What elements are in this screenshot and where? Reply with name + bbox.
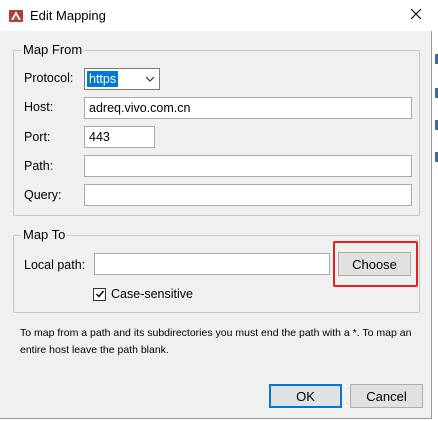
protocol-label: Protocol: <box>24 71 74 85</box>
local-path-label: Local path: <box>24 258 86 272</box>
close-button[interactable] <box>402 3 430 27</box>
choose-button[interactable]: Choose <box>338 252 411 276</box>
map-to-legend: Map To <box>21 227 68 242</box>
chevron-down-icon <box>144 73 156 85</box>
query-label: Query: <box>24 188 62 202</box>
protocol-selected-value: https <box>87 71 119 87</box>
local-path-input[interactable] <box>94 253 330 275</box>
close-icon <box>410 8 422 23</box>
edit-mapping-dialog: Edit Mapping Map From Protocol: https Ho… <box>0 0 432 419</box>
port-label: Port: <box>24 130 51 144</box>
host-label: Host: <box>24 100 54 114</box>
charles-app-icon <box>8 7 24 23</box>
protocol-select[interactable]: https <box>84 68 160 90</box>
checkmark-icon <box>95 288 105 302</box>
path-input[interactable] <box>84 155 412 177</box>
query-input[interactable] <box>84 184 412 206</box>
case-sensitive-checkbox[interactable] <box>93 288 106 301</box>
cancel-button[interactable]: Cancel <box>350 384 423 408</box>
ok-button[interactable]: OK <box>269 384 342 408</box>
host-input[interactable]: adreq.vivo.com.cn <box>84 97 412 119</box>
path-label: Path: <box>24 159 54 173</box>
window-title: Edit Mapping <box>30 8 106 23</box>
title-bar: Edit Mapping <box>0 0 432 31</box>
mapping-hint-text: To map from a path and its subdirectorie… <box>20 327 412 356</box>
map-from-legend: Map From <box>21 42 85 57</box>
port-input[interactable]: 443 <box>84 126 155 148</box>
case-sensitive-label: Case-sensitive <box>111 287 193 301</box>
background-window-edge <box>432 0 438 421</box>
